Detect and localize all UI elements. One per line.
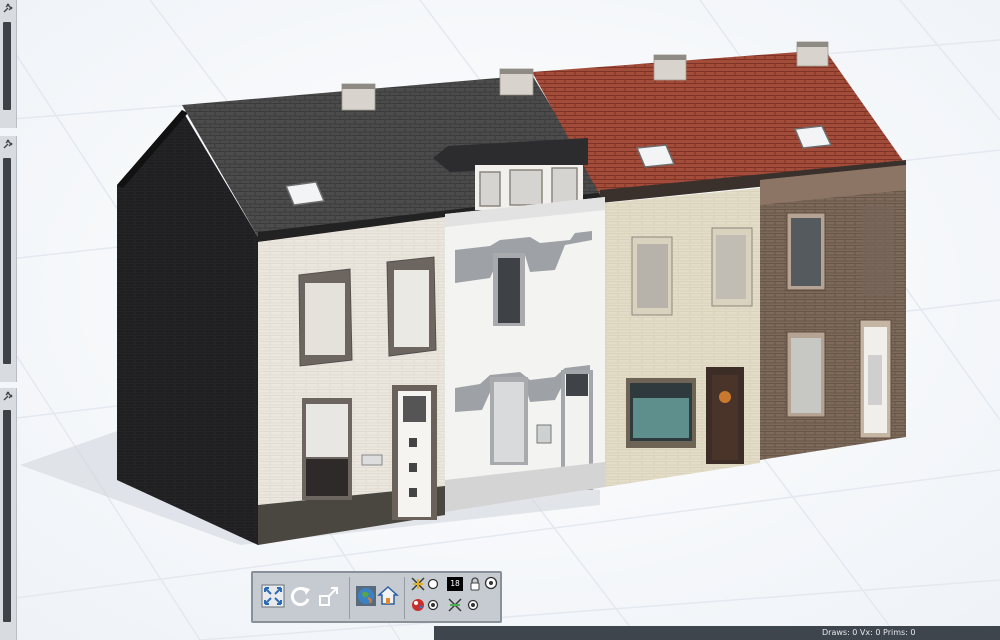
toolbar-separator <box>349 577 350 619</box>
viewport-toolbar: 18 <box>251 571 502 623</box>
snap-button[interactable] <box>446 596 464 614</box>
side-panel-2[interactable] <box>0 136 17 382</box>
side-panel-3-bar <box>3 410 11 622</box>
globe-texture-icon <box>356 586 376 606</box>
side-panel-3[interactable] <box>0 388 17 640</box>
resize-icon <box>319 587 338 606</box>
side-panel-1[interactable] <box>0 0 17 128</box>
texture-globe-button[interactable] <box>354 584 378 608</box>
lock-button[interactable] <box>468 577 482 591</box>
grid-toggle-button[interactable] <box>409 575 427 593</box>
home-button[interactable] <box>376 584 400 608</box>
color-palette-button[interactable] <box>409 596 427 614</box>
lock-icon <box>470 577 480 591</box>
rotate-button[interactable] <box>289 584 313 608</box>
radio-icon <box>427 578 439 590</box>
pin-icon[interactable] <box>2 390 14 402</box>
target-button[interactable] <box>483 575 499 591</box>
status-bar: Draws: 0 Vx: 0 Prims: 0 <box>434 626 1000 640</box>
radio-option-3[interactable] <box>466 598 480 612</box>
frame-counter: 18 <box>447 577 463 591</box>
3d-viewport[interactable]: 18 Draws: 0 Vx: 0 Prims: 0 <box>0 0 1000 640</box>
snap-icon <box>448 598 462 612</box>
resize-button[interactable] <box>317 584 341 608</box>
home-icon <box>377 585 399 605</box>
radio-icon <box>427 599 439 611</box>
side-panel-2-bar <box>3 158 11 364</box>
render-stats: Draws: 0 Vx: 0 Prims: 0 <box>822 628 916 637</box>
expand-view-icon <box>261 584 285 608</box>
radio-option-2[interactable] <box>426 598 440 612</box>
rotate-icon <box>290 587 310 606</box>
expand-view-button[interactable] <box>261 584 285 608</box>
toolbar-separator <box>404 577 405 619</box>
radio-option-1[interactable] <box>426 577 440 591</box>
pin-icon[interactable] <box>2 2 14 14</box>
grid-toggle-icon <box>411 577 425 591</box>
color-palette-icon <box>412 599 424 611</box>
radio-icon <box>467 599 479 611</box>
pin-icon[interactable] <box>2 138 14 150</box>
scene-canvas[interactable] <box>0 0 1000 640</box>
side-panel-1-bar <box>3 22 11 110</box>
target-icon <box>484 576 498 590</box>
